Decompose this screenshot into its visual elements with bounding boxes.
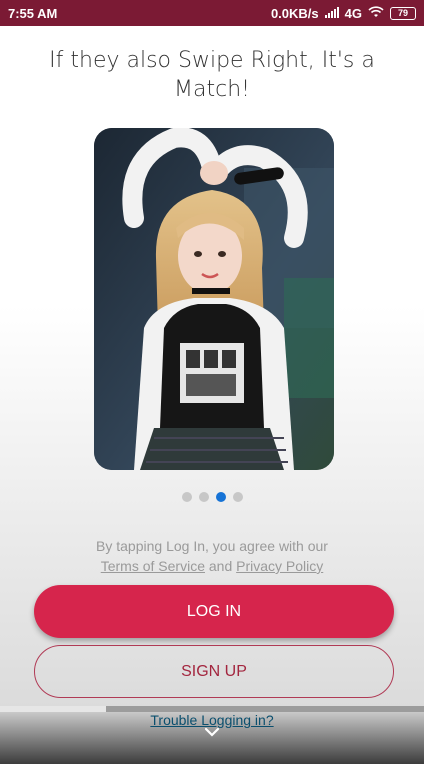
network-speed: 0.0KB/s	[270, 5, 319, 21]
pagination-dot-active[interactable]	[215, 492, 226, 502]
privacy-policy-link[interactable]: Privacy Policy	[236, 558, 323, 574]
pagination-dot[interactable]	[232, 492, 243, 502]
status-time: 7:55 AM	[8, 5, 58, 21]
photo-illustration	[94, 128, 334, 470]
signal-icon	[324, 6, 339, 21]
wifi-icon	[368, 5, 384, 21]
pagination-dot[interactable]	[198, 492, 209, 502]
terms-of-service-link[interactable]: Terms of Service	[101, 558, 205, 574]
login-button[interactable]: LOG IN	[34, 585, 394, 638]
battery-level: 79	[397, 8, 408, 18]
signup-button[interactable]: SIGN UP	[34, 645, 394, 698]
network-type: 4G	[344, 5, 362, 21]
pagination-dot[interactable]	[181, 492, 192, 502]
carousel-photo[interactable]	[94, 128, 334, 470]
trouble-logging-in-link[interactable]: Trouble Logging in?	[0, 712, 424, 728]
page-headline: If they also Swipe Right, It's a Match!	[49, 48, 375, 102]
terms-prefix: By tapping Log In, you agree with our	[96, 538, 328, 554]
carousel-pagination	[0, 492, 424, 502]
battery-icon: 79	[390, 6, 416, 20]
terms-links-line: Terms of Service and Privacy Policy	[0, 556, 424, 576]
terms-notice: By tapping Log In, you agree with our Te…	[0, 536, 424, 576]
terms-joiner: and	[208, 558, 233, 574]
status-bar: 7:55 AM 0.0KB/s 4G 79	[0, 0, 424, 26]
chevron-down-icon[interactable]	[205, 727, 219, 737]
status-indicators: 0.0KB/s 4G 79	[271, 6, 416, 21]
